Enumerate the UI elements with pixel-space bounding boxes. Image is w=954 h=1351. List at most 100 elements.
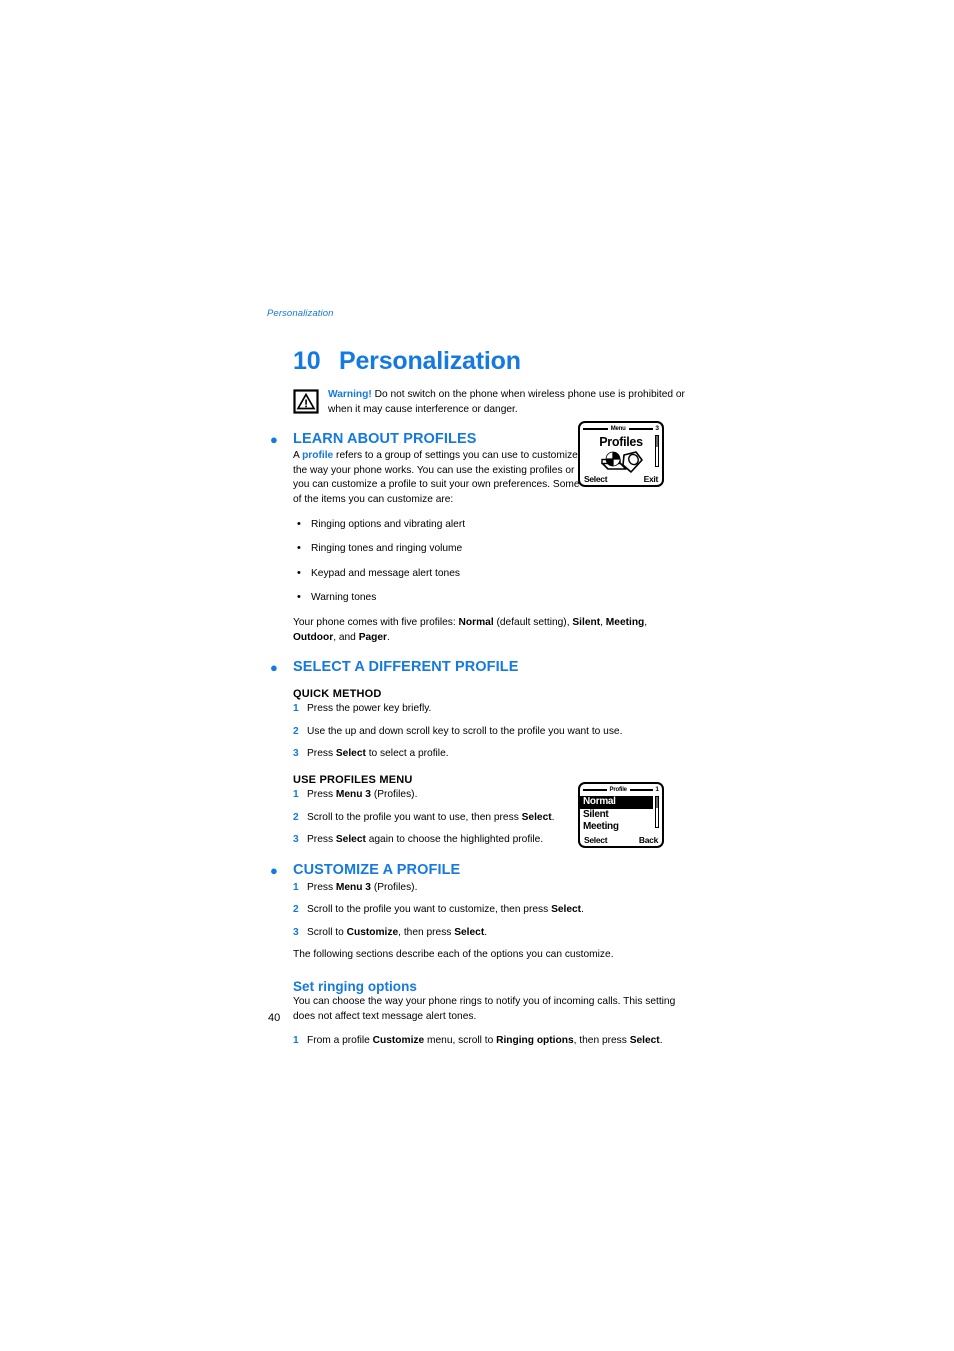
subheading-set-ringing-options: Set ringing options	[293, 979, 417, 995]
softkey-right[interactable]: Exit	[644, 474, 659, 484]
profile-normal-note: (default setting),	[493, 616, 573, 628]
warning-text: Warning! Do not switch on the phone when…	[328, 388, 687, 417]
titlebar-rule-right	[628, 428, 654, 430]
step-text: Scroll to Customize, then press Select.	[307, 926, 587, 941]
step-emphasis: Select	[551, 904, 582, 916]
step-number: 3	[293, 748, 299, 760]
profile-keyword: profile	[302, 450, 334, 462]
scrollbar-thumb[interactable]	[656, 797, 658, 809]
step-number: 2	[293, 811, 299, 823]
warning-triangle-icon	[293, 389, 319, 414]
step-number: 1	[293, 703, 299, 715]
step-number: 1	[293, 1035, 299, 1047]
profile-normal: Normal	[458, 616, 494, 628]
screen-index-number: 1	[655, 786, 659, 793]
list-item: Warning tones	[293, 590, 687, 606]
step-post: .	[484, 926, 488, 938]
step-pre: From a profile	[307, 1035, 373, 1047]
step-number: 3	[293, 926, 299, 938]
section-heading: SELECT A DIFFERENT PROFILE	[293, 659, 519, 676]
section-bullet-icon: ●	[270, 862, 278, 878]
step-emphasis-2: Select	[454, 926, 485, 938]
step-post: (Profiles).	[370, 881, 418, 893]
screen-titlebar: Profile 1	[580, 784, 662, 795]
step-mid: , then press	[398, 926, 455, 938]
figure-profiles-menu-screen: Menu 3 Profiles Select Exit	[578, 421, 670, 493]
titlebar-rule-left	[583, 428, 608, 430]
menu-item-silent[interactable]: Silent	[580, 809, 662, 822]
phone-screen: Profile 1 Normal Silent Meeting Select B…	[578, 782, 664, 848]
ringing-options-paragraph: You can choose the way your phone rings …	[293, 996, 676, 1022]
step-item: 1 From a profile Customize menu, scroll …	[293, 1034, 687, 1049]
step-item: 3 Press Select to select a profile.	[293, 747, 687, 762]
section-select-a-different-profile: ● SELECT A DIFFERENT PROFILE	[267, 659, 687, 676]
step-number: 1	[293, 881, 299, 893]
softkey-left[interactable]: Select	[584, 474, 608, 484]
chapter-title-text: Personalization	[339, 347, 521, 375]
step-pre: Scroll to the profile you want to use, t…	[307, 811, 522, 823]
running-header: Personalization	[267, 308, 334, 319]
step-item: 2 Scroll to the profile you want to cust…	[293, 903, 687, 918]
step-item: 3 Scroll to Customize, then press Select…	[293, 926, 687, 941]
sep: .	[387, 631, 390, 643]
step-emphasis: Select	[521, 811, 552, 823]
step-item: 1 Press the power key briefly.	[293, 702, 687, 717]
warning-note: Warning! Do not switch on the phone when…	[293, 388, 687, 417]
step-emphasis-3: Select	[629, 1035, 660, 1047]
step-emphasis: Select	[335, 834, 366, 846]
screen-softkeys: Select Exit	[580, 474, 662, 484]
step-number: 3	[293, 834, 299, 846]
warning-body: Do not switch on the phone when wireless…	[328, 389, 685, 415]
screen-index-number: 3	[655, 425, 659, 432]
five-profiles-lead: Your phone comes with five profiles:	[293, 616, 459, 628]
step-pre: Press the power key briefly.	[307, 703, 432, 715]
step-number: 1	[293, 788, 299, 800]
quick-method-steps: 1 Press the power key briefly. 2 Use the…	[293, 702, 687, 762]
warning-label: Warning!	[328, 389, 372, 400]
profiles-phone-icon	[580, 451, 662, 475]
customizable-items-list: Ringing options and vibrating alert Ring…	[293, 517, 687, 606]
page-title: 10 Personalization	[293, 347, 687, 376]
step-text: From a profile Customize menu, scroll to…	[307, 1034, 687, 1049]
profile-outdoor: Outdoor	[293, 631, 334, 643]
step-item: 1 Press Menu 3 (Profiles).	[293, 881, 687, 896]
menu-item-normal[interactable]: Normal	[580, 796, 653, 809]
screen-menu-title: Profiles	[599, 435, 643, 449]
step-text: Use the up and down scroll key to scroll…	[307, 725, 687, 740]
step-pre: Press	[307, 881, 336, 893]
softkey-left[interactable]: Select	[584, 835, 608, 845]
softkey-right[interactable]: Back	[639, 835, 658, 845]
intro-rest: refers to a group of settings you can us…	[293, 450, 580, 505]
intro-prefix: A	[293, 450, 303, 462]
list-item: Ringing options and vibrating alert	[293, 517, 687, 533]
screen-scrollbar[interactable]	[655, 435, 659, 467]
figure-profile-list-screen: Profile 1 Normal Silent Meeting Select B…	[578, 782, 670, 854]
step-pre: Press	[307, 788, 336, 800]
step-text: Press Select to select a profile.	[307, 747, 687, 762]
step-number: 2	[293, 904, 299, 916]
step-emphasis: Select	[335, 748, 366, 760]
scrollbar-thumb[interactable]	[656, 436, 658, 448]
profile-pager: Pager	[358, 631, 388, 643]
list-item: Keypad and message alert tones	[293, 566, 687, 582]
customize-profile-steps: 1 Press Menu 3 (Profiles). 2 Scroll to t…	[293, 881, 687, 941]
screen-scrollbar[interactable]	[655, 796, 659, 828]
sep: ,	[644, 616, 648, 628]
menu-item-meeting[interactable]: Meeting	[580, 821, 662, 834]
step-text: Press Menu 3 (Profiles).	[307, 881, 587, 896]
five-profiles-paragraph: Your phone comes with five profiles: Nor…	[293, 616, 683, 645]
step-text: Scroll to the profile you want to custom…	[307, 903, 587, 918]
profiles-intro-paragraph: A profile refers to a group of settings …	[293, 449, 583, 507]
step-post: .	[581, 904, 584, 916]
sep: , and	[333, 631, 359, 643]
phone-screen: Menu 3 Profiles Select Exit	[578, 421, 664, 487]
screen-title: Menu	[610, 425, 626, 432]
step-emphasis: Menu 3	[335, 881, 371, 893]
step-post: .	[551, 811, 555, 823]
section-heading: CUSTOMIZE A PROFILE	[293, 861, 461, 878]
screen-softkeys: Select Back	[580, 835, 662, 845]
step-text: Press the power key briefly.	[307, 702, 687, 717]
customize-profile-body: 1 Press Menu 3 (Profiles). 2 Scroll to t…	[293, 881, 687, 963]
step-pre: Scroll to the profile you want to custom…	[307, 904, 552, 916]
step-pre: Scroll to	[307, 926, 347, 938]
